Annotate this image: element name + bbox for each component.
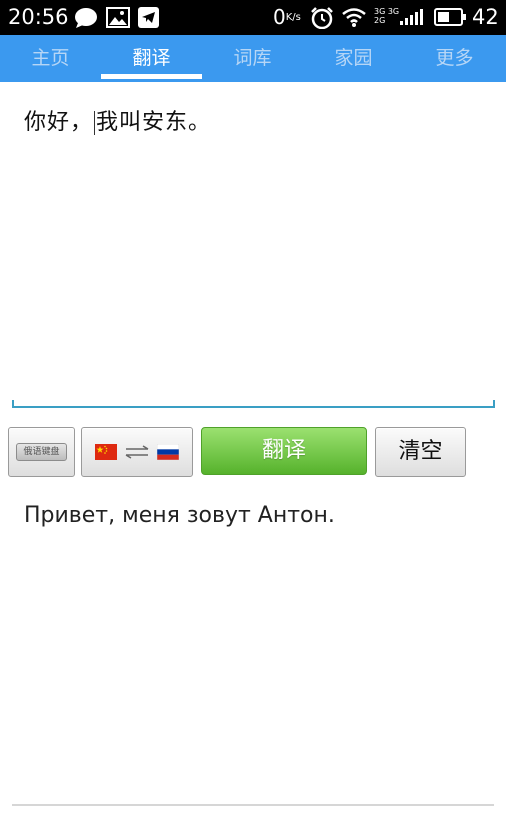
battery-icon	[434, 8, 466, 26]
clear-button[interactable]: 清空	[375, 427, 466, 477]
telegram-icon	[138, 7, 159, 28]
russia-flag-icon	[157, 444, 179, 460]
status-bar: 20:56 0K/s 3G 3G 2G 42	[0, 0, 506, 35]
tab-community[interactable]: 家园	[303, 35, 404, 82]
source-text-input[interactable]: 你好， 我叫安东。	[12, 82, 494, 410]
chat-bubble-icon	[75, 8, 97, 28]
swap-arrows-icon	[125, 445, 149, 459]
battery-level: 42	[472, 5, 499, 29]
tab-dictionary[interactable]: 词库	[202, 35, 303, 82]
output-divider	[12, 804, 494, 806]
text-cursor	[94, 111, 96, 135]
network-speed: 0K/s	[273, 5, 301, 29]
keyboard-label: 俄语键盘	[16, 443, 67, 461]
wifi-icon	[342, 8, 366, 27]
alarm-icon	[311, 7, 333, 29]
signal-icon	[400, 9, 423, 25]
input-underline	[12, 400, 495, 408]
translation-output: Привет, меня зовут Антон.	[24, 503, 335, 528]
tab-bar: 主页 翻译 词库 家园 更多	[0, 35, 506, 82]
language-swap-button[interactable]	[81, 427, 193, 477]
active-tab-indicator	[101, 74, 202, 79]
translate-button[interactable]: 翻译	[201, 427, 367, 475]
status-time: 20:56	[8, 5, 69, 29]
russian-keyboard-button[interactable]: 俄语键盘	[8, 427, 75, 477]
image-icon	[106, 7, 130, 28]
tab-more[interactable]: 更多	[404, 35, 505, 82]
source-text: 你好， 我叫安东。	[24, 110, 212, 135]
tab-home[interactable]: 主页	[0, 35, 101, 82]
china-flag-icon	[95, 444, 117, 460]
network-type: 3G 3G 2G	[374, 7, 400, 25]
